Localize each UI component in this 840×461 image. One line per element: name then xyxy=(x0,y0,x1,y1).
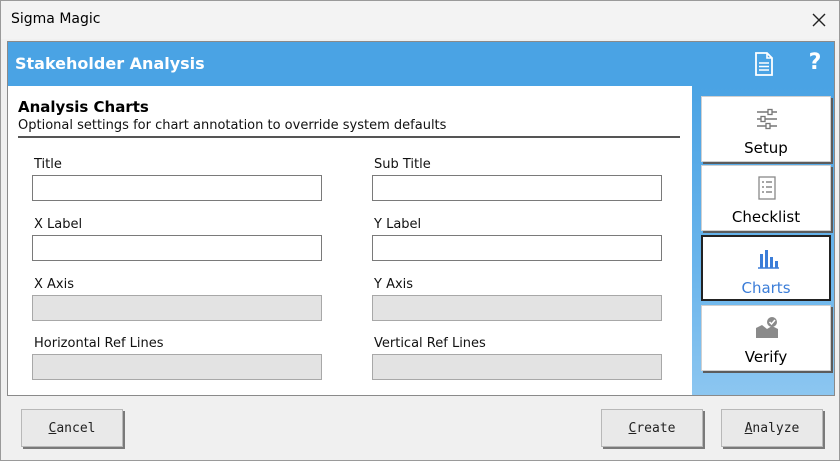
window-title: Sigma Magic xyxy=(11,11,101,27)
nav-setup-label: Setup xyxy=(744,139,788,157)
sliders-icon xyxy=(754,107,780,131)
nav-setup-button[interactable]: Setup xyxy=(701,96,831,162)
nav-sidebar: Setup Checklist Charts Verify xyxy=(692,86,834,395)
y-label-label: Y Label xyxy=(374,217,422,232)
x-axis-input xyxy=(32,295,322,321)
title-label: Title xyxy=(34,157,62,172)
document-icon[interactable] xyxy=(753,52,775,76)
y-axis-label: Y Axis xyxy=(374,277,414,292)
section-divider xyxy=(18,136,680,138)
x-axis-label: X Axis xyxy=(34,277,75,292)
section-title: Analysis Charts xyxy=(18,98,149,116)
vertical-ref-lines-input xyxy=(372,354,662,380)
title-bar: Sigma Magic xyxy=(1,1,839,39)
nav-checklist-button[interactable]: Checklist xyxy=(701,165,831,231)
page-title: Stakeholder Analysis xyxy=(15,54,205,73)
y-axis-input xyxy=(372,295,662,321)
verify-icon xyxy=(754,316,780,340)
help-icon[interactable]: ? xyxy=(804,50,826,76)
cancel-button[interactable]: Cancel xyxy=(21,409,123,447)
cancel-button-label: Cancel xyxy=(48,420,96,436)
content-panel: Analysis Charts Optional settings for ch… xyxy=(8,86,692,395)
y-label-input[interactable] xyxy=(372,235,662,261)
analyze-button[interactable]: Analyze xyxy=(721,409,823,447)
page-header: Stakeholder Analysis ? xyxy=(8,42,834,86)
close-icon[interactable] xyxy=(799,1,839,39)
nav-verify-button[interactable]: Verify xyxy=(701,305,831,371)
sub-title-label: Sub Title xyxy=(374,157,431,172)
nav-verify-label: Verify xyxy=(744,348,788,366)
horizontal-ref-lines-input xyxy=(32,354,322,380)
analyze-button-label: Analyze xyxy=(744,420,800,436)
main-frame: Stakeholder Analysis ? Analysis Charts O… xyxy=(7,41,835,396)
nav-charts-label: Charts xyxy=(741,279,791,297)
x-label-label: X Label xyxy=(34,217,83,232)
sub-title-input[interactable] xyxy=(372,175,662,201)
create-button-label: Create xyxy=(628,420,676,436)
bar-chart-icon xyxy=(755,247,781,271)
title-input[interactable] xyxy=(32,175,322,201)
horizontal-ref-lines-label: Horizontal Ref Lines xyxy=(34,336,164,351)
create-button[interactable]: Create xyxy=(601,409,703,447)
section-subtitle: Optional settings for chart annotation t… xyxy=(18,118,447,133)
vertical-ref-lines-label: Vertical Ref Lines xyxy=(374,336,486,351)
checklist-icon xyxy=(754,176,780,200)
nav-charts-button[interactable]: Charts xyxy=(701,235,831,301)
dialog-window: Sigma Magic Stakeholder Analysis ? Analy… xyxy=(0,0,840,461)
x-label-input[interactable] xyxy=(32,235,322,261)
nav-checklist-label: Checklist xyxy=(731,208,801,226)
